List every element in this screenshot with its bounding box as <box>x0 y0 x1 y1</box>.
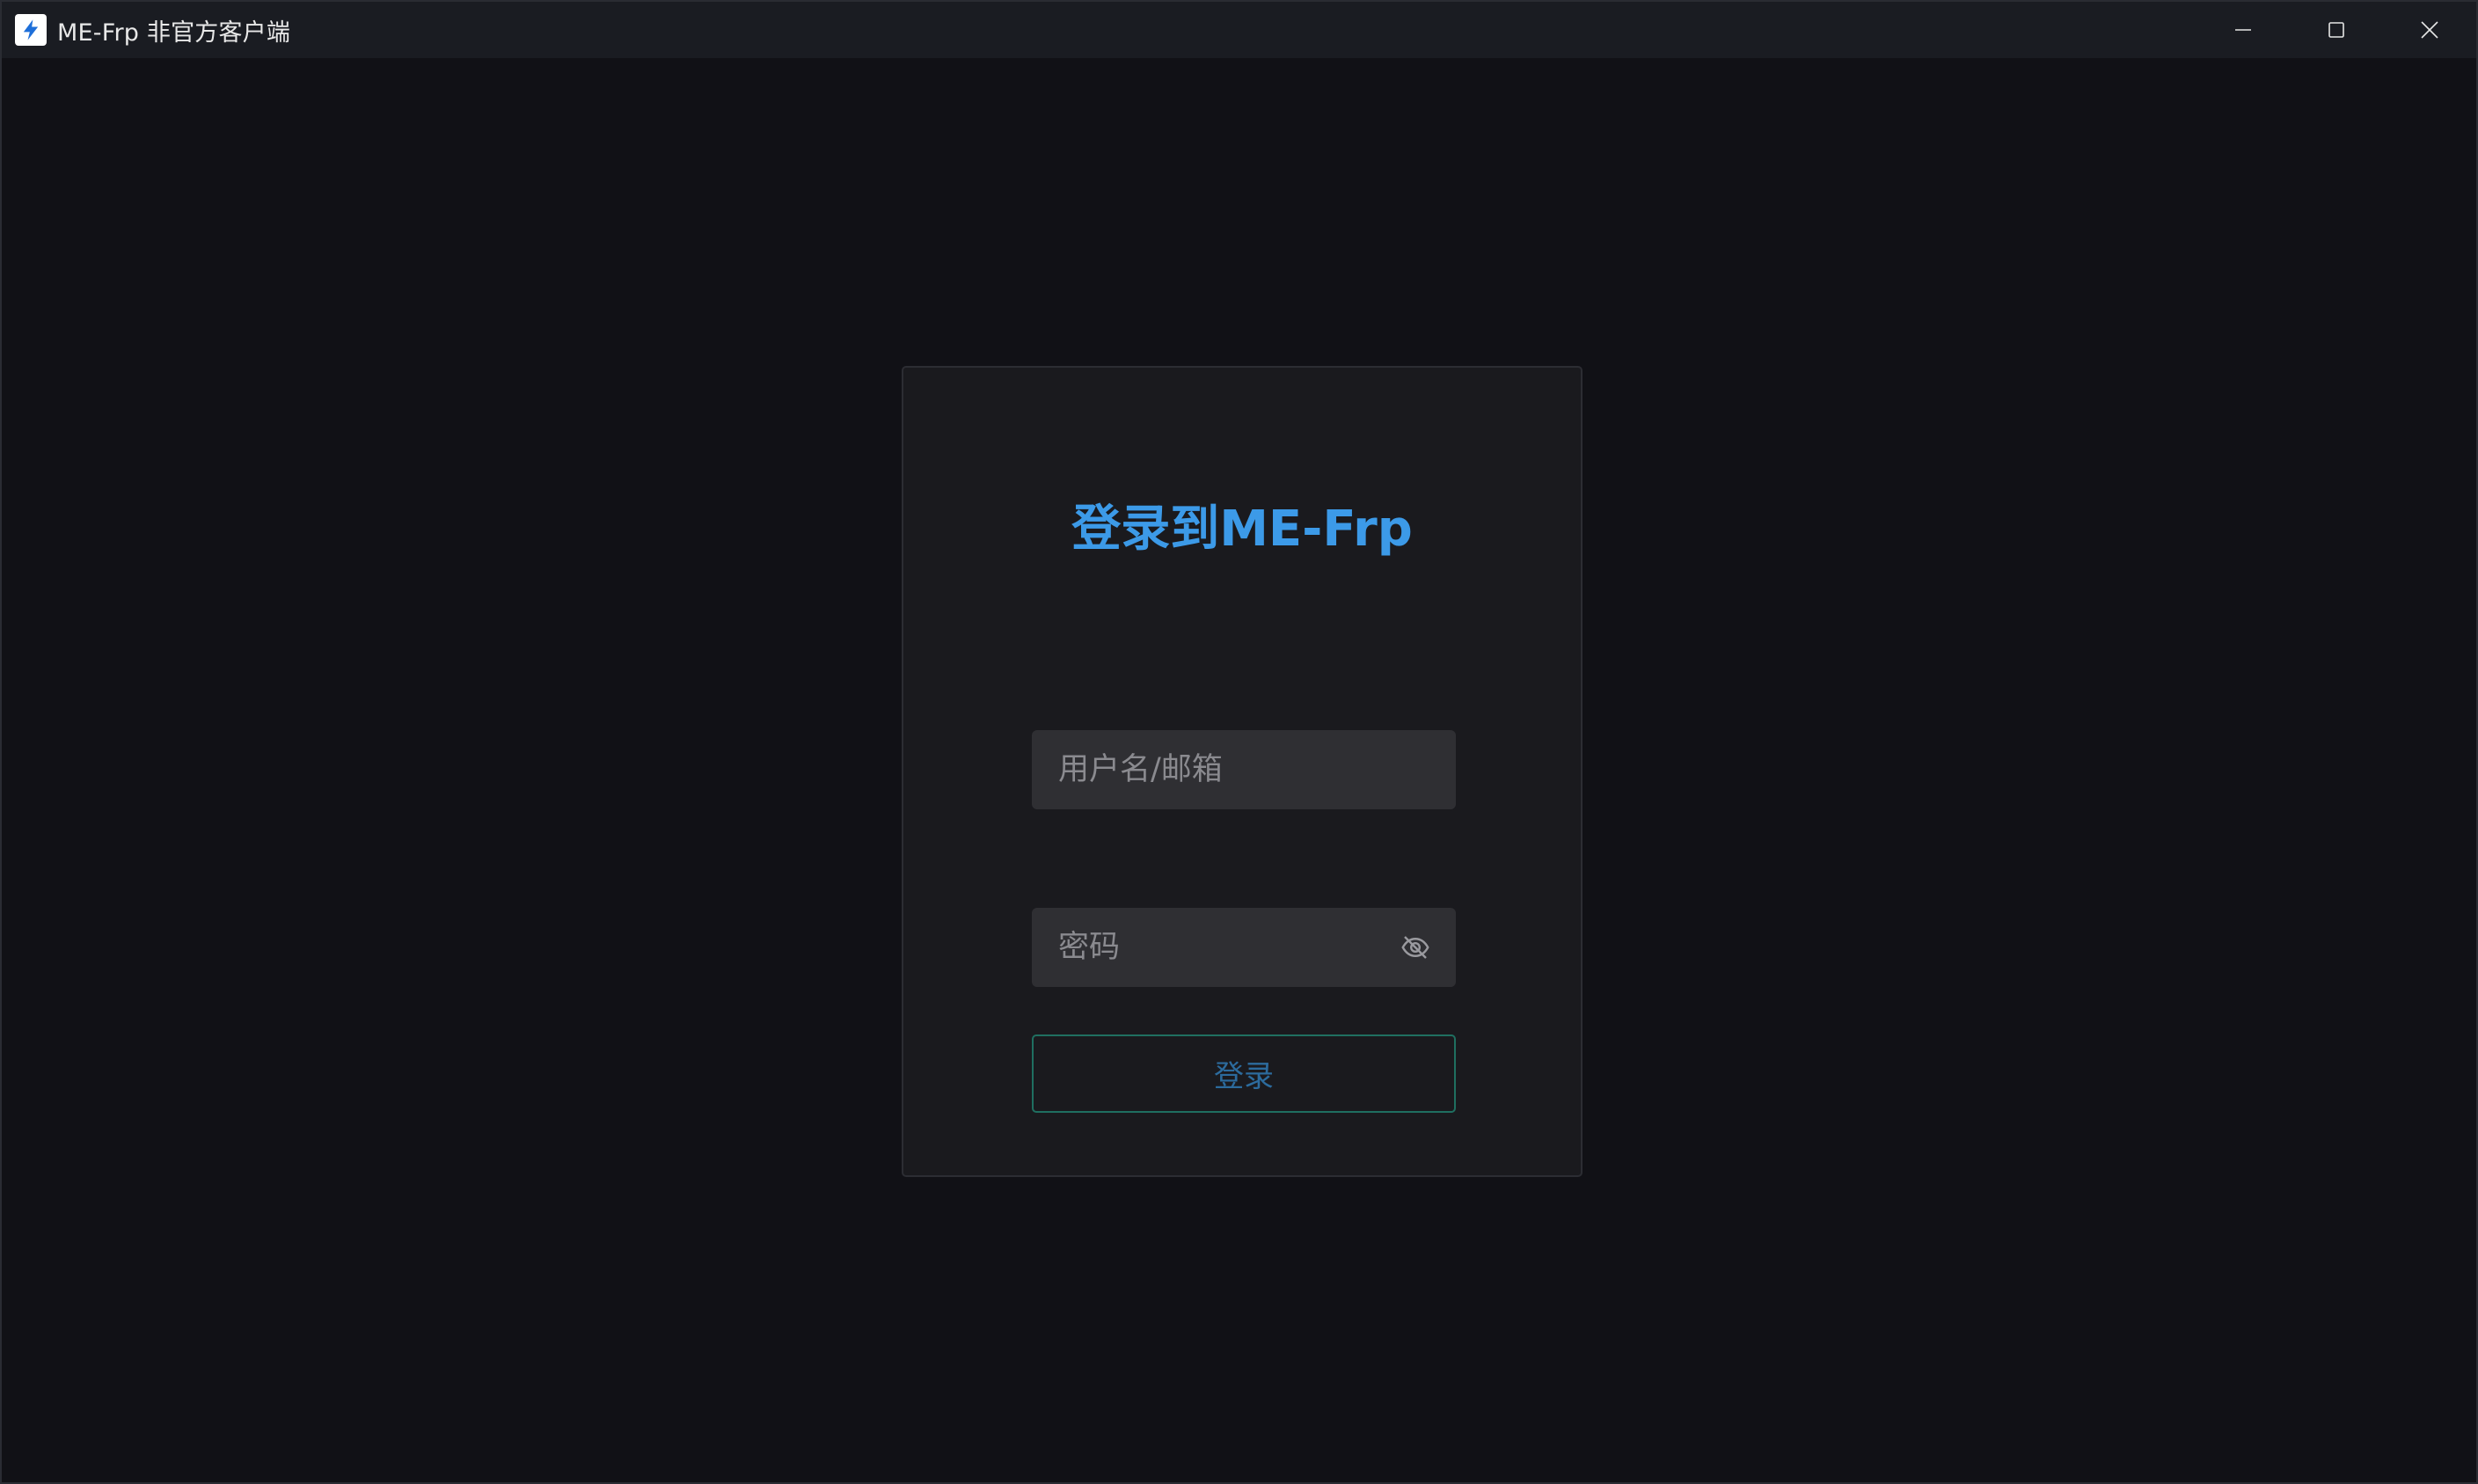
login-heading: 登录到ME-Frp <box>1071 501 1413 558</box>
title-bar[interactable]: ME-Frp 非官方客户端 <box>2 2 2476 58</box>
minimize-icon <box>2235 29 2251 31</box>
login-card: 登录到ME-Frp 登录 <box>902 366 1583 1177</box>
username-input[interactable] <box>1032 729 1394 810</box>
minimize-button[interactable] <box>2197 2 2290 58</box>
password-input[interactable] <box>1032 907 1394 988</box>
password-field[interactable] <box>1032 907 1456 988</box>
maximize-icon <box>2328 22 2344 38</box>
username-field[interactable] <box>1032 729 1456 810</box>
main-content: 登录到ME-Frp 登录 <box>2 58 2476 1482</box>
window-controls <box>2197 2 2476 58</box>
close-button[interactable] <box>2383 2 2476 58</box>
window-title: ME-Frp 非官方客户端 <box>57 18 291 47</box>
app-window: ME-Frp 非官方客户端 登录到ME-Frp 用户名/邮箱 登录 <box>0 0 2478 1484</box>
password-visibility-toggle[interactable] <box>1400 932 1431 963</box>
login-button[interactable]: 登录 <box>1032 1034 1456 1113</box>
lightning-bolt-icon <box>15 14 47 46</box>
eye-off-icon <box>1401 936 1429 959</box>
close-icon <box>2421 21 2438 39</box>
maximize-button[interactable] <box>2290 2 2383 58</box>
